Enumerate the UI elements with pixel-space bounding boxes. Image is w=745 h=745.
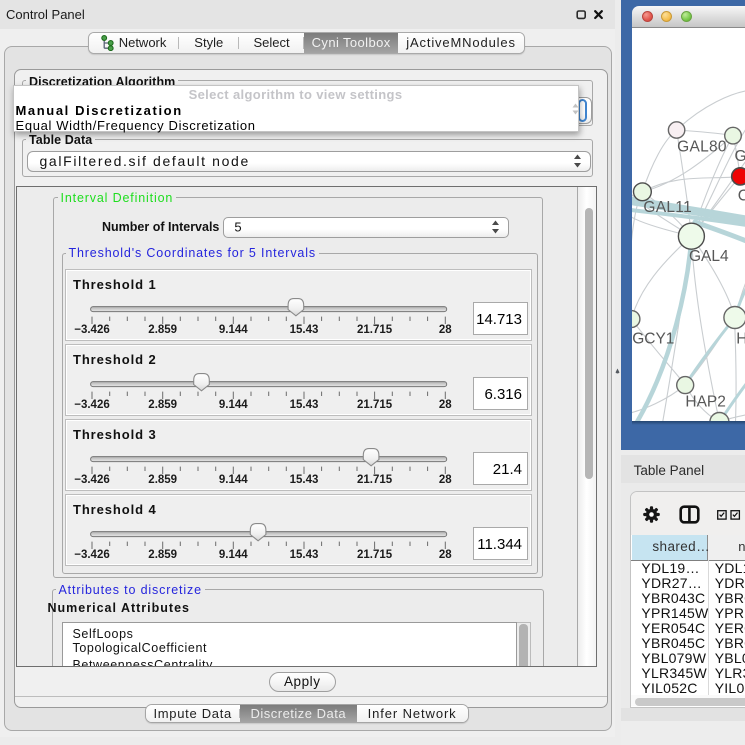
svg-text:H: H xyxy=(736,331,745,348)
svg-text:C: C xyxy=(737,187,745,204)
svg-text:GAL11: GAL11 xyxy=(643,199,692,216)
svg-text:GAL4: GAL4 xyxy=(689,248,729,265)
svg-text:GAL80: GAL80 xyxy=(677,139,727,156)
svg-text:GA: GA xyxy=(734,148,745,165)
svg-text:HAP2: HAP2 xyxy=(685,394,726,411)
svg-text:GCY1: GCY1 xyxy=(632,331,674,348)
